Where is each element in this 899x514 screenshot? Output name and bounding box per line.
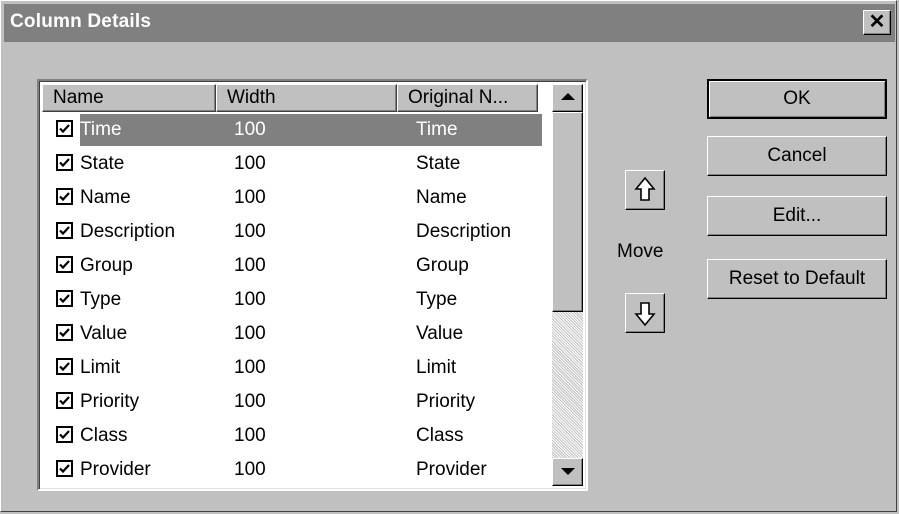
scroll-down-button[interactable]	[552, 458, 583, 486]
column-header-name[interactable]: Name	[42, 84, 216, 112]
checkmark-icon	[59, 396, 70, 406]
row-checkbox[interactable]	[56, 324, 73, 341]
move-label: Move	[617, 241, 664, 262]
row-checkbox[interactable]	[56, 426, 73, 443]
column-name-cell: Time	[80, 119, 122, 140]
list-item[interactable]: Group 100 Group	[42, 250, 538, 284]
original-name-cell: Time	[416, 119, 458, 140]
checkmark-icon	[59, 124, 70, 134]
arrow-up-icon	[634, 176, 656, 201]
selection-highlight	[80, 114, 542, 146]
scroll-down-arrow-icon	[561, 468, 575, 475]
original-name-cell: Type	[416, 289, 458, 310]
columns-list[interactable]: Name Width Original N... Time 100 Time Stat…	[37, 79, 588, 491]
checkmark-icon	[59, 158, 70, 168]
row-checkbox[interactable]	[56, 120, 73, 137]
column-width-cell: 100	[234, 357, 266, 378]
arrow-down-icon	[634, 302, 656, 327]
column-width-cell: 100	[234, 459, 266, 480]
list-item[interactable]: Type 100 Type	[42, 284, 538, 318]
original-name-cell: Priority	[416, 391, 476, 412]
column-width-cell: 100	[234, 187, 266, 208]
column-width-cell: 100	[234, 221, 266, 242]
checkmark-icon	[59, 362, 70, 372]
column-header-original-name[interactable]: Original N...	[397, 84, 538, 112]
list-item[interactable]: Priority 100 Priority	[42, 386, 538, 420]
checkmark-icon	[59, 260, 70, 270]
column-width-cell: 100	[234, 391, 266, 412]
list-item[interactable]: Time 100 Time	[42, 114, 542, 148]
row-checkbox[interactable]	[56, 460, 73, 477]
column-width-cell: 100	[234, 153, 266, 174]
scrollbar-thumb[interactable]	[552, 112, 583, 312]
list-item[interactable]: Description 100 Description	[42, 216, 538, 250]
column-name-cell: Provider	[80, 459, 151, 480]
original-name-cell: State	[416, 153, 461, 174]
original-name-cell: Value	[416, 323, 464, 344]
column-width-cell: 100	[234, 425, 266, 446]
scroll-up-button[interactable]	[552, 84, 583, 112]
column-name-cell: Priority	[80, 391, 140, 412]
checkmark-icon	[59, 294, 70, 304]
checkmark-icon	[59, 430, 70, 440]
original-name-cell: Limit	[416, 357, 457, 378]
row-checkbox[interactable]	[56, 222, 73, 239]
column-details-dialog: Column Details ✕ Name Width Original N..…	[0, 0, 897, 512]
row-checkbox[interactable]	[56, 392, 73, 409]
list-item[interactable]: Provider 100 Provider	[42, 454, 538, 488]
list-item[interactable]: Class 100 Class	[42, 420, 538, 454]
list-item[interactable]: Value 100 Value	[42, 318, 538, 352]
column-name-cell: Name	[80, 187, 131, 208]
column-width-cell: 100	[234, 289, 266, 310]
column-width-cell: 100	[234, 119, 266, 140]
edit-button[interactable]: Edit...	[707, 196, 887, 236]
move-up-button[interactable]	[625, 170, 665, 210]
column-name-cell: Type	[80, 289, 122, 310]
title-bar[interactable]: Column Details ✕	[4, 4, 895, 42]
row-checkbox[interactable]	[56, 290, 73, 307]
close-button[interactable]: ✕	[863, 10, 891, 35]
column-name-cell: State	[80, 153, 125, 174]
dialog-title: Column Details	[10, 11, 152, 32]
original-name-cell: Provider	[416, 459, 487, 480]
row-checkbox[interactable]	[56, 256, 73, 273]
checkmark-icon	[59, 226, 70, 236]
original-name-cell: Name	[416, 187, 467, 208]
original-name-cell: Class	[416, 425, 464, 446]
column-name-cell: Class	[80, 425, 128, 446]
column-name-cell: Description	[80, 221, 176, 242]
list-item[interactable]: Limit 100 Limit	[42, 352, 538, 386]
original-name-cell: Group	[416, 255, 469, 276]
original-name-cell: Description	[416, 221, 512, 242]
list-item[interactable]: State 100 State	[42, 148, 538, 182]
list-item[interactable]: Name 100 Name	[42, 182, 538, 216]
cancel-button[interactable]: Cancel	[707, 136, 887, 176]
list-header: Name Width Original N...	[42, 84, 538, 112]
checkmark-icon	[59, 464, 70, 474]
column-width-cell: 100	[234, 255, 266, 276]
row-checkbox[interactable]	[56, 358, 73, 375]
close-icon: ✕	[868, 11, 886, 33]
list-rows: Time 100 Time State 100 State Name 100 Name Descr…	[42, 114, 542, 488]
checkmark-icon	[59, 192, 70, 202]
move-down-button[interactable]	[625, 293, 665, 333]
column-width-cell: 100	[234, 323, 266, 344]
reset-to-default-button[interactable]: Reset to Default	[707, 259, 887, 299]
column-name-cell: Limit	[80, 357, 121, 378]
vertical-scrollbar[interactable]	[552, 84, 583, 486]
column-header-width[interactable]: Width	[216, 84, 397, 112]
row-checkbox[interactable]	[56, 188, 73, 205]
ok-button[interactable]: OK	[707, 79, 887, 119]
row-checkbox[interactable]	[56, 154, 73, 171]
checkmark-icon	[59, 328, 70, 338]
column-name-cell: Group	[80, 255, 133, 276]
scroll-up-arrow-icon	[561, 93, 575, 100]
column-name-cell: Value	[80, 323, 128, 344]
